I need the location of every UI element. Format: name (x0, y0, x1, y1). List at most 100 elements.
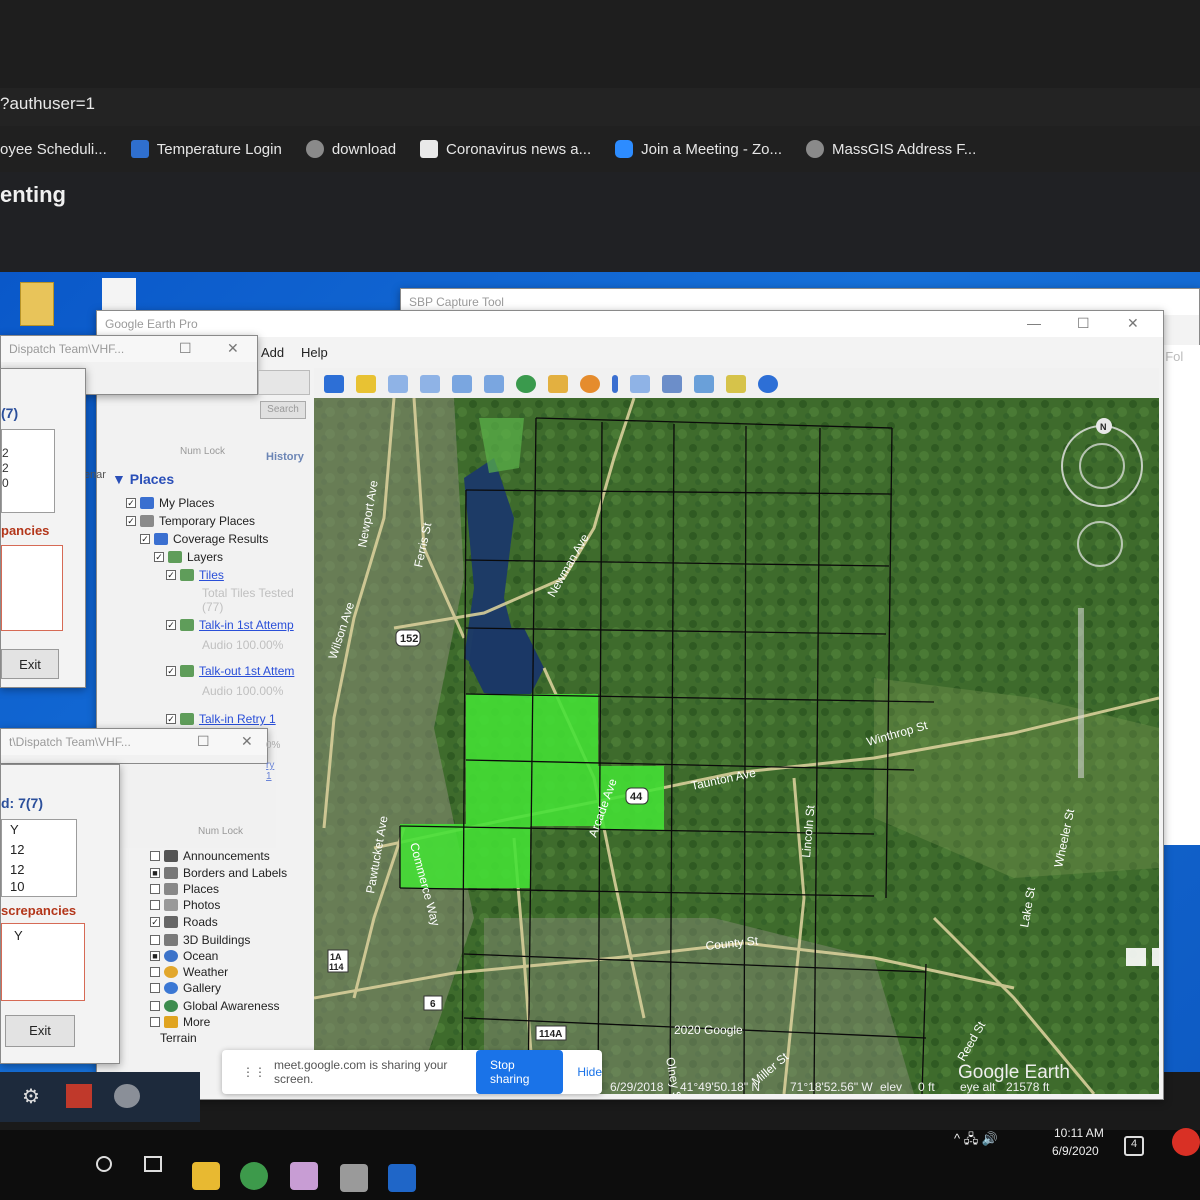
drag-handle-icon[interactable]: ⋮⋮ (242, 1065, 266, 1079)
sunlight-icon[interactable] (548, 375, 568, 393)
places-header[interactable]: ▼ Places (112, 471, 174, 487)
print-icon[interactable] (662, 375, 682, 393)
stop-sharing-button[interactable]: Stop sharing (476, 1050, 564, 1094)
layer-places[interactable]: Places (150, 882, 219, 896)
maps-icon[interactable] (726, 375, 746, 393)
mic-muted-icon[interactable] (1172, 1128, 1200, 1156)
minimize-icon[interactable]: — (1027, 315, 1041, 331)
hide-button[interactable]: Hide (577, 1065, 602, 1079)
bookmark-temperature-login[interactable]: Temperature Login (130, 140, 282, 158)
folder-icon[interactable] (20, 282, 54, 326)
sidebar-view-icon[interactable] (1126, 948, 1146, 966)
coverage-tile[interactable] (400, 824, 466, 888)
system-tray-icons[interactable]: ^ 🖧 🔊 (954, 1130, 998, 1152)
task-view-icon[interactable] (144, 1156, 162, 1172)
tree-audio-2: Audio 100.00% (202, 684, 284, 698)
flag-icon (164, 867, 178, 879)
coverage-tile[interactable] (466, 760, 532, 826)
layers-icon (180, 665, 194, 677)
ge-search-field[interactable] (258, 370, 310, 395)
layer-terrain[interactable]: Terrain (160, 1031, 197, 1045)
tree-temporary-places[interactable]: ✓ Temporary Places (126, 514, 255, 528)
history-label[interactable]: History (266, 451, 304, 463)
maximize-icon[interactable]: ☐ (1077, 315, 1090, 332)
address-bar[interactable]: ?authuser=1 (0, 88, 1200, 126)
notification-icon[interactable]: 4 (1124, 1136, 1144, 1156)
map-canvas[interactable]: Newport Ave Ferris St Newman Ave Wilson … (314, 398, 1159, 1094)
clock-date[interactable]: 6/9/2020 (1052, 1144, 1099, 1158)
search-button[interactable]: Search (260, 401, 306, 419)
url-text[interactable]: ?authuser=1 (0, 94, 95, 113)
discrepancies-box[interactable] (1, 545, 63, 631)
tree-my-places[interactable]: ✓ My Places (126, 496, 214, 510)
satellite-map[interactable]: Newport Ave Ferris St Newman Ave Wilson … (314, 398, 1159, 1094)
layer-global-awareness[interactable]: Global Awareness (150, 999, 280, 1013)
close-icon[interactable]: ✕ (227, 340, 239, 357)
coverage-tile[interactable] (532, 760, 598, 826)
sidebar-view-icon[interactable] (1152, 948, 1159, 966)
tour-icon[interactable] (484, 375, 504, 393)
gear-icon[interactable]: ⚙ (22, 1084, 40, 1109)
menu-add[interactable]: Add (261, 345, 284, 360)
coverage-tile[interactable] (532, 694, 598, 760)
ruler-icon[interactable] (612, 375, 618, 393)
bookmark-download[interactable]: download (305, 140, 396, 158)
layer-photos[interactable]: Photos (150, 898, 220, 912)
layers-icon (180, 569, 194, 581)
chrome-icon[interactable] (240, 1162, 268, 1190)
tiles-count: (7) (1, 405, 19, 421)
path-icon[interactable] (420, 375, 440, 393)
cortana-icon[interactable] (96, 1156, 112, 1172)
discrepancy-value: Y (14, 928, 23, 943)
overlay-icon[interactable] (452, 375, 472, 393)
coverage-tile[interactable] (466, 826, 530, 888)
layer-weather[interactable]: Weather (150, 965, 228, 979)
access-app-icon[interactable] (66, 1084, 92, 1108)
layer-3d-buildings[interactable]: 3D Buildings (150, 933, 250, 947)
layer-more[interactable]: More (150, 1015, 210, 1029)
meet-header (0, 172, 1200, 272)
exit-button[interactable]: Exit (1, 649, 59, 679)
polygon-icon[interactable] (388, 375, 408, 393)
clock-time[interactable]: 10:11 AM (1054, 1126, 1104, 1140)
discrepancies-box[interactable]: Y (1, 923, 85, 1001)
placemark-icon[interactable] (356, 375, 376, 393)
email-icon[interactable] (630, 375, 650, 393)
tree-talk-in-retry[interactable]: ✓ Talk-in Retry 1 (166, 712, 276, 726)
menu-help[interactable]: Help (301, 345, 328, 360)
layer-roads[interactable]: ✓ Roads (150, 915, 218, 929)
calculator-icon[interactable] (340, 1164, 368, 1192)
result-list[interactable]: Y 12 12 10 (1, 819, 77, 897)
tree-talk-out-first[interactable]: ✓ Talk-out 1st Attem (166, 664, 294, 678)
bookmark-scheduling[interactable]: oyee Scheduli... (0, 141, 107, 158)
history-icon[interactable] (516, 375, 536, 393)
maximize-icon[interactable]: ☐ (197, 733, 210, 750)
result-list[interactable]: 2 2 0 (1, 429, 55, 513)
close-icon[interactable]: ✕ (241, 733, 253, 750)
planet-icon[interactable] (580, 375, 600, 393)
bookmark-massgis[interactable]: MassGIS Address F... (806, 140, 976, 158)
exit-button[interactable]: Exit (5, 1015, 75, 1047)
bookmark-zoom-meeting[interactable]: Join a Meeting - Zo... (615, 140, 782, 158)
coverage-tile[interactable] (466, 694, 532, 760)
layer-borders-labels[interactable]: ■ Borders and Labels (150, 866, 287, 880)
outlook-icon[interactable] (388, 1164, 416, 1192)
layer-gallery[interactable]: Gallery (150, 981, 221, 995)
paint-icon[interactable] (290, 1162, 318, 1190)
list-item: 10 (10, 880, 25, 894)
tree-layers[interactable]: ✓ Layers (154, 550, 223, 564)
close-icon[interactable]: ✕ (1127, 315, 1139, 332)
save-image-icon[interactable] (694, 375, 714, 393)
file-explorer-icon[interactable] (192, 1162, 220, 1190)
globe-app-icon[interactable] (114, 1084, 140, 1108)
layer-announcements[interactable]: Announcements (150, 849, 270, 863)
sidebar-toggle-icon[interactable] (324, 375, 344, 393)
tree-talk-in-first[interactable]: ✓ Talk-in 1st Attemp (166, 618, 294, 632)
layer-ocean[interactable]: ■ Ocean (150, 949, 218, 963)
zoom-slider[interactable] (1078, 608, 1084, 778)
bookmark-coronavirus-news[interactable]: Coronavirus news a... (420, 140, 591, 158)
maximize-icon[interactable]: ☐ (179, 340, 192, 357)
earth-icon[interactable] (758, 375, 778, 393)
tree-coverage-results[interactable]: ✓ Coverage Results (140, 532, 268, 546)
tree-tiles[interactable]: ✓ Tiles (166, 568, 224, 582)
